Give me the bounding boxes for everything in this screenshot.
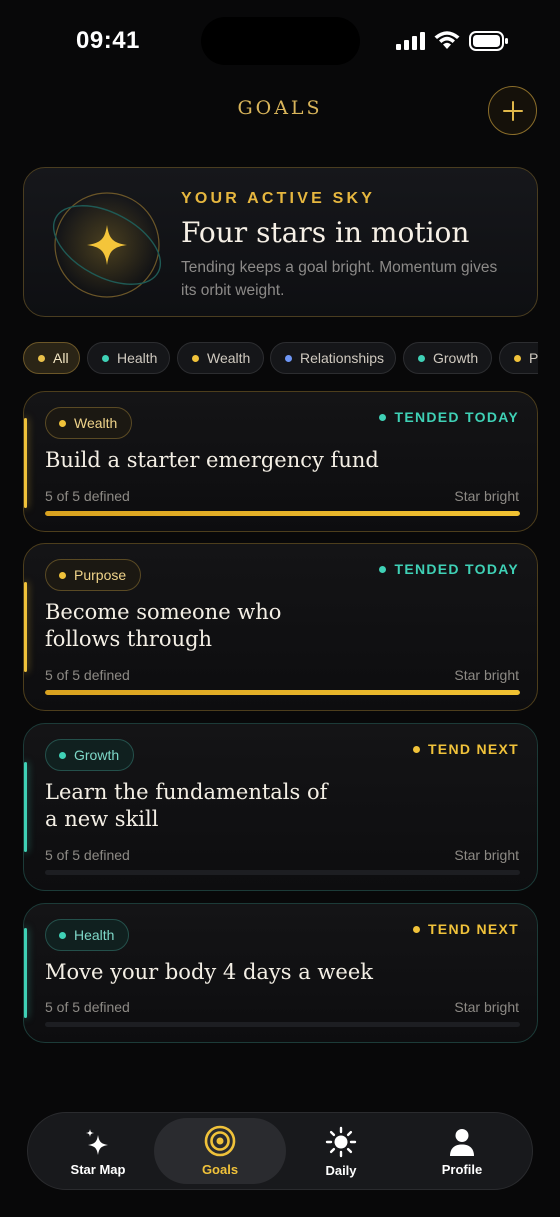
category-label: Wealth xyxy=(74,415,118,431)
dot-icon xyxy=(59,931,66,939)
person-icon xyxy=(450,1129,474,1156)
category-tag: Purpose xyxy=(45,559,142,591)
filter-chip-label: Growth xyxy=(433,350,479,366)
goal-card[interactable]: Growth TEND NEXT Learn the fundamentals … xyxy=(23,723,538,891)
goal-card[interactable]: Wealth TENDED TODAY Build a starter emer… xyxy=(23,391,538,532)
tab-label: Goals xyxy=(201,1162,239,1177)
dot-icon xyxy=(192,354,199,362)
brightness-label: Star bright xyxy=(454,999,519,1015)
active-sky-card: YOUR ACTIVE SKY Four stars in motion Ten… xyxy=(23,167,538,317)
tab-star-map[interactable]: Star Map xyxy=(38,1113,158,1191)
progress-bar xyxy=(45,870,520,875)
sparkles-icon xyxy=(86,1129,108,1155)
plus-icon xyxy=(502,100,523,121)
tab-label: Profile xyxy=(441,1162,483,1177)
filter-chip-purpose[interactable]: Pu xyxy=(499,342,538,374)
hero-subtitle: Tending keeps a goal bright. Momentum gi… xyxy=(181,259,498,299)
filter-chip-growth[interactable]: Growth xyxy=(403,342,492,374)
goal-title: Move your body 4 days a week xyxy=(45,960,373,984)
wifi-icon xyxy=(434,31,460,49)
orbit-star-icon xyxy=(52,192,162,298)
dot-icon xyxy=(59,571,66,579)
filter-chip-label: Wealth xyxy=(207,350,251,366)
defined-count: 5 of 5 defined xyxy=(45,488,130,504)
card-accent xyxy=(24,418,27,508)
category-label: Health xyxy=(74,927,115,943)
category-tag: Health xyxy=(45,919,130,951)
category-label: Purpose xyxy=(74,567,127,583)
dot-icon xyxy=(379,565,387,573)
add-goal-button[interactable] xyxy=(488,86,537,135)
defined-count: 5 of 5 defined xyxy=(45,999,130,1015)
dot-icon xyxy=(514,354,521,362)
progress-bar xyxy=(45,690,520,695)
status-label: TENDED TODAY xyxy=(394,409,519,425)
status-label: TEND NEXT xyxy=(427,741,519,757)
dynamic-island xyxy=(201,17,360,65)
status-label: TEND NEXT xyxy=(427,921,519,937)
dot-icon xyxy=(412,925,420,933)
dot-icon xyxy=(38,354,45,362)
dot-icon xyxy=(102,354,109,362)
tend-status: TENDED TODAY xyxy=(379,561,519,577)
goal-title: Learn the fundamentals of a new skill xyxy=(45,780,328,831)
hero-eyebrow: YOUR ACTIVE SKY xyxy=(181,190,376,207)
filter-chip-wealth[interactable]: Wealth xyxy=(177,342,264,374)
page-title: GOALS xyxy=(237,97,323,119)
status-bar: 09:41 xyxy=(0,0,560,84)
filter-chip-all[interactable]: All xyxy=(23,342,80,374)
card-accent xyxy=(24,582,27,672)
battery-icon xyxy=(469,31,508,51)
defined-count: 5 of 5 defined xyxy=(45,667,130,683)
brightness-label: Star bright xyxy=(454,667,519,683)
hero-title: Four stars in motion xyxy=(181,216,470,249)
tend-status: TENDED TODAY xyxy=(379,409,519,425)
dot-icon xyxy=(59,419,66,427)
filter-chip-label: Pu xyxy=(529,350,538,366)
category-tag: Growth xyxy=(45,739,135,771)
goal-card[interactable]: Health TEND NEXT Move your body 4 days a… xyxy=(23,903,538,1043)
tend-status: TEND NEXT xyxy=(412,921,519,937)
filter-chip-row[interactable]: All Health Wealth Relationships Growth P… xyxy=(23,342,538,375)
goal-title: Become someone who follows through xyxy=(45,600,282,651)
dot-icon xyxy=(285,354,292,362)
status-time: 09:41 xyxy=(76,27,140,54)
tend-status: TEND NEXT xyxy=(412,741,519,757)
dot-icon xyxy=(418,354,425,362)
progress-bar xyxy=(45,511,520,516)
status-label: TENDED TODAY xyxy=(394,561,519,577)
tab-label: Daily xyxy=(325,1163,357,1178)
filter-chip-health[interactable]: Health xyxy=(87,342,170,374)
goal-card[interactable]: Purpose TENDED TODAY Become someone who … xyxy=(23,543,538,711)
dot-icon xyxy=(59,751,66,759)
brightness-label: Star bright xyxy=(454,847,519,863)
cellular-signal-icon xyxy=(396,32,425,50)
progress-fill xyxy=(45,511,520,516)
tab-daily[interactable]: Daily xyxy=(281,1113,401,1191)
dot-icon xyxy=(379,413,387,421)
tab-bar: Star Map Goals Daily Profile xyxy=(27,1112,533,1190)
filter-chip-label: Health xyxy=(117,350,158,366)
filter-chip-label: Relationships xyxy=(300,350,385,366)
target-icon xyxy=(204,1125,236,1157)
tab-profile[interactable]: Profile xyxy=(402,1113,522,1191)
card-accent xyxy=(24,762,27,852)
filter-chip-relationships[interactable]: Relationships xyxy=(270,342,396,374)
category-label: Growth xyxy=(74,747,120,763)
tab-goals[interactable]: Goals xyxy=(154,1118,286,1184)
sun-icon xyxy=(325,1126,357,1158)
tab-label: Star Map xyxy=(70,1162,126,1177)
progress-bar xyxy=(45,1022,520,1027)
filter-chip-label: All xyxy=(53,350,69,366)
progress-fill xyxy=(45,690,520,695)
defined-count: 5 of 5 defined xyxy=(45,847,130,863)
category-tag: Wealth xyxy=(45,407,133,439)
dot-icon xyxy=(412,745,420,753)
goal-title: Build a starter emergency fund xyxy=(45,448,379,472)
card-accent xyxy=(24,928,27,1018)
brightness-label: Star bright xyxy=(454,488,519,504)
